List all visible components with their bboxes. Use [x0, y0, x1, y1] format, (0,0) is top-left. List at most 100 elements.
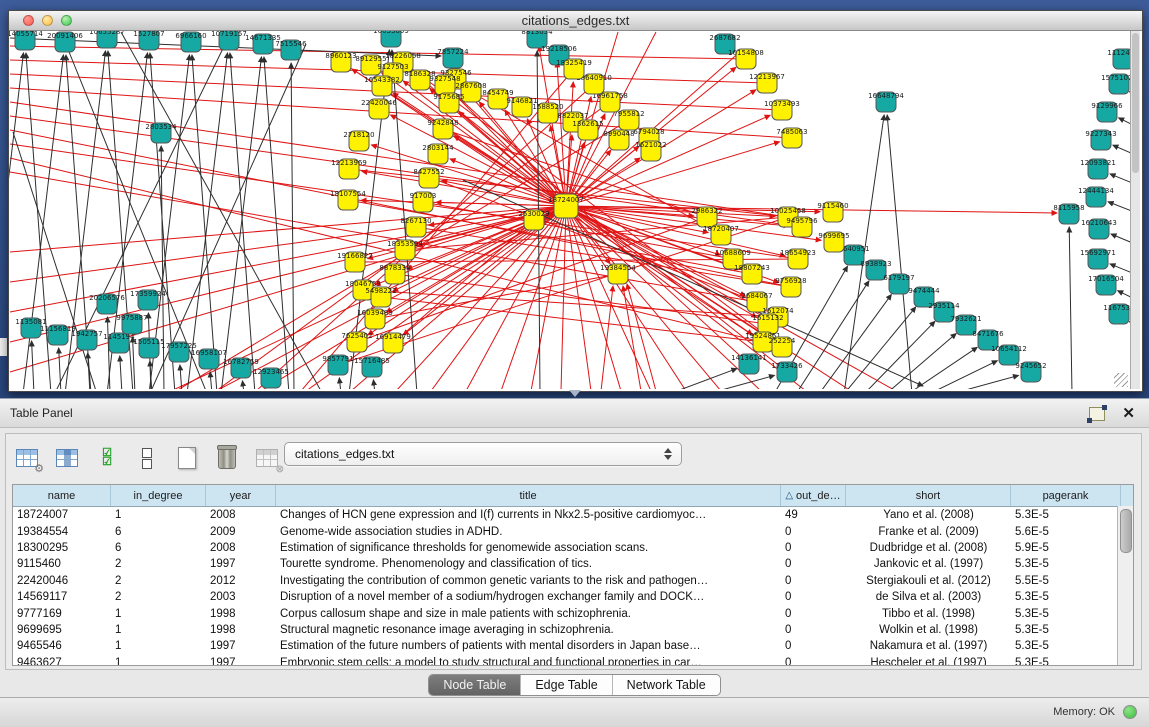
graph-node-label: 10655287: [89, 31, 125, 36]
network-canvas[interactable]: 1872400714055714200914061065528715278076…: [9, 31, 1140, 389]
window-resize-grip-icon[interactable]: [1114, 373, 1128, 387]
table-cell: 2009: [206, 523, 276, 539]
network-svg[interactable]: 1872400714055714200914061065528715278076…: [9, 31, 1140, 389]
close-panel-icon[interactable]: ✕: [1122, 404, 1135, 422]
table-settings-button[interactable]: ⚙: [14, 445, 40, 471]
table-cell: 9465546: [13, 638, 111, 654]
import-table-button[interactable]: ⊗: [254, 445, 280, 471]
row-height-button[interactable]: [134, 445, 160, 471]
table-cell: Wolkin et al. (1998): [846, 622, 1011, 638]
graph-node-label: 8912955: [355, 55, 386, 63]
graph-node-label: 9474444: [908, 287, 940, 295]
table-cell: 5.3E-5: [1011, 556, 1121, 572]
table-row[interactable]: 1456911722003Disruption of a novel membe…: [13, 589, 1133, 605]
table-cell: Franke et al. (2009): [846, 523, 1011, 539]
graph-node-label: 7932621: [950, 315, 981, 323]
column-header-short[interactable]: short: [846, 485, 1011, 506]
table-cell: 2: [111, 573, 206, 589]
table-cell: 2008: [206, 507, 276, 523]
table-row[interactable]: 969969511998Structural magnetic resonanc…: [13, 622, 1133, 638]
graph-node-label: 1505115: [133, 338, 164, 346]
graph-node-label: 2687682: [709, 34, 740, 42]
table-row[interactable]: 1830029562008Estimation of significance …: [13, 540, 1133, 556]
table-cell: 2003: [206, 589, 276, 605]
tab-network-table[interactable]: Network Table: [613, 675, 720, 695]
table-cell: 19384554: [13, 523, 111, 539]
table-cell: de Silva et al. (2003): [846, 589, 1011, 605]
graph-node-label: 8471676: [972, 330, 1004, 338]
graph-node-label: 20091406: [47, 32, 83, 40]
memory-status-label: Memory: OK: [1053, 706, 1115, 718]
column-header-pagerank[interactable]: pagerank: [1011, 485, 1121, 506]
table-cell: 5.6E-5: [1011, 523, 1121, 539]
table-cell: 0: [781, 523, 846, 539]
status-bar: Memory: OK: [0, 697, 1149, 727]
select-arrows-icon: [659, 448, 681, 460]
graph-node-label: 917003: [410, 192, 437, 200]
new-table-button[interactable]: [174, 445, 200, 471]
graph-edge: [929, 361, 997, 389]
table-cell: 1: [111, 622, 206, 638]
network-window-titlebar[interactable]: citations_edges.txt: [9, 11, 1142, 31]
table-row[interactable]: 946362711997Embryonic stem cells: a mode…: [13, 655, 1133, 666]
table-row[interactable]: 946554611997Estimation of the future num…: [13, 638, 1133, 654]
tab-node-table[interactable]: Node Table: [429, 675, 521, 695]
cytoscape-app: citations_edges.txt 18724007140557142009…: [0, 0, 1149, 727]
graph-node-label: 16154808: [728, 49, 764, 57]
table-source-select[interactable]: citations_edges.txt: [284, 442, 682, 466]
network-scrollbar-thumb[interactable]: [1132, 33, 1139, 173]
graph-node-label: 10688609: [715, 249, 751, 257]
table-cell: 5.3E-5: [1011, 638, 1121, 654]
graph-node-label: 12093821: [1080, 159, 1116, 167]
panel-splitter-handle[interactable]: [569, 390, 581, 397]
table-cell: 0: [781, 622, 846, 638]
table-scrollbar-thumb[interactable]: [1120, 509, 1132, 553]
graph-node-label: 5498222: [365, 287, 396, 295]
graph-node-label: 2935114: [928, 302, 960, 310]
table-row[interactable]: 2242004622012Investigating the contribut…: [13, 573, 1133, 589]
column-header-name[interactable]: name: [13, 485, 111, 506]
graph-edge: [561, 206, 566, 389]
table-row[interactable]: 1938455462009Genome-wide association stu…: [13, 523, 1133, 539]
graph-edge: [151, 44, 306, 389]
graph-node-label: 18720407: [703, 225, 739, 233]
column-header-in_degree[interactable]: in_degree: [111, 485, 206, 506]
graph-node-label: 15692971: [1080, 249, 1116, 257]
graph-node-label: 9242848: [427, 119, 458, 127]
network-window-title: citations_edges.txt: [9, 13, 1142, 28]
graph-node-label: 20206576: [89, 294, 125, 302]
graph-node-label: 9227343: [1085, 130, 1116, 138]
graph-node-label: 10654112: [991, 345, 1027, 353]
table-cell: 1997: [206, 638, 276, 654]
graph-node-label: 8427552: [413, 168, 444, 176]
column-header-year[interactable]: year: [206, 485, 276, 506]
table-cell: 18300295: [13, 540, 111, 556]
table-cell: 6: [111, 540, 206, 556]
graph-node-label: 10025458: [770, 207, 806, 215]
table-row[interactable]: 977716911998Corpus callosum shape and si…: [13, 605, 1133, 621]
column-header-out_de[interactable]: △out_de…: [781, 485, 846, 506]
graph-node-label: 18807243: [734, 264, 770, 272]
select-rows-button[interactable]: ☑☑: [94, 445, 120, 471]
table-row[interactable]: 1872400712008Changes of HCN gene express…: [13, 507, 1133, 523]
table-cell: 0: [781, 605, 846, 621]
graph-edge: [908, 347, 977, 389]
graph-node-label: 2803144: [422, 144, 454, 152]
table-cell: 9463627: [13, 655, 111, 666]
node-table[interactable]: namein_degreeyeartitle△out_de…shortpager…: [12, 484, 1134, 666]
tab-edge-table[interactable]: Edge Table: [521, 675, 612, 695]
column-header-title[interactable]: title: [276, 485, 781, 506]
table-cell: 14569117: [13, 589, 111, 605]
table-vertical-scrollbar[interactable]: [1117, 506, 1133, 665]
graph-node-label: 8115958: [1053, 204, 1084, 212]
table-row[interactable]: 911546021997Tourette syndrome. Phenomeno…: [13, 556, 1133, 572]
select-columns-button[interactable]: [54, 445, 80, 471]
network-vertical-scrollbar[interactable]: [1130, 31, 1140, 389]
network-window[interactable]: citations_edges.txt 18724007140557142009…: [8, 10, 1143, 392]
table-cell: 6: [111, 523, 206, 539]
float-panel-icon[interactable]: [1089, 407, 1105, 421]
table-cell: Tibbo et al. (1998): [846, 605, 1011, 621]
select-columns-icon: [56, 449, 78, 467]
delete-table-button[interactable]: [214, 445, 240, 471]
table-cell: 49: [781, 507, 846, 523]
